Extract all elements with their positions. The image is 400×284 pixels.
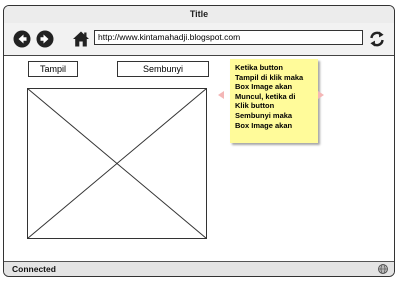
title-bar: Title — [4, 6, 394, 24]
sticky-note: Ketika button Tampil di klik maka Box Im… — [230, 59, 318, 143]
note-line: Ketika button — [235, 63, 283, 72]
globe-icon — [378, 264, 388, 274]
note-line: Box Image akan — [235, 82, 293, 92]
forward-icon[interactable] — [36, 30, 54, 48]
address-bar[interactable]: http://www.kintamahadji.blogspot.com — [94, 30, 363, 45]
home-icon[interactable] — [72, 30, 90, 48]
note-line: Klik button — [235, 101, 275, 111]
browser-toolbar: http://www.kintamahadji.blogspot.com — [4, 23, 394, 56]
browser-window: Title http://www.kintamahadji.blogspot.c… — [3, 5, 395, 277]
hide-button[interactable]: Sembunyi — [117, 61, 209, 77]
note-line: Tampil di klik maka — [235, 72, 304, 82]
note-line: Muncul, ketika di — [235, 91, 296, 101]
arrow-left-icon — [218, 91, 224, 99]
status-text: Connected — [12, 264, 56, 274]
refresh-icon[interactable] — [368, 30, 386, 48]
arrow-right-icon — [318, 91, 324, 99]
page-content: Tampil Sembunyi Ketika button Tampil di … — [4, 56, 394, 261]
window-title: Title — [189, 9, 209, 19]
url-text: http://www.kintamahadji.blogspot.com — [98, 32, 241, 42]
back-icon[interactable] — [13, 30, 31, 48]
note-line: Box Image akan — [235, 120, 293, 130]
note-line: Sembunyi maka — [235, 110, 293, 120]
status-bar: Connected — [4, 261, 394, 276]
show-button[interactable]: Tampil — [28, 61, 78, 77]
image-placeholder — [27, 88, 207, 239]
